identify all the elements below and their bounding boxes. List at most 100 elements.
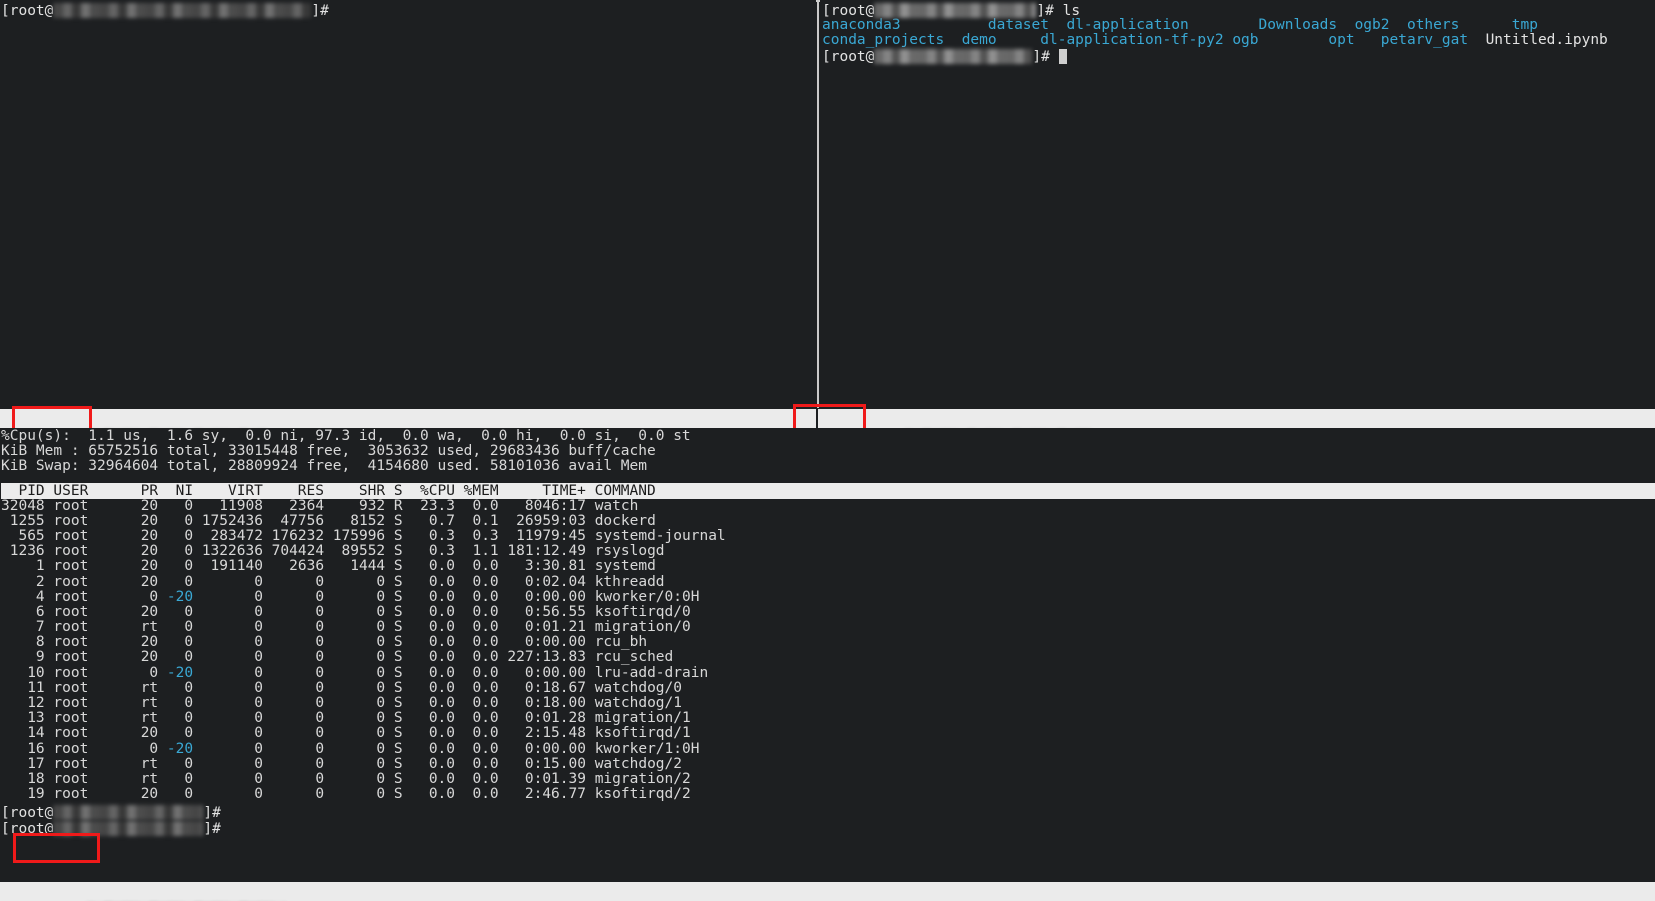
process-time: 26959:03 — [498, 512, 595, 529]
pane-vertical-divider[interactable] — [817, 0, 819, 408]
process-res: 0 — [262, 786, 325, 803]
process-virt: 0 — [193, 679, 263, 696]
process-cpu-percent: 0.0 — [402, 649, 456, 666]
process-nice: 0 — [166, 527, 194, 544]
pane-top-left[interactable]: [root@]# — [0, 0, 816, 408]
process-row: 4 root 0 -20 0 0 0 S 0.0 0.0 0:00.00 kwo… — [1, 588, 1655, 605]
prompt-suffix: ]# — [203, 805, 221, 822]
ls-entry-ogb2[interactable]: ogb2 — [1355, 17, 1390, 33]
ls-entry-dataset[interactable]: dataset — [988, 17, 1049, 33]
ls-entry-anaconda3[interactable]: anaconda3 — [822, 17, 901, 33]
ls-entry-Downloads[interactable]: Downloads — [1259, 17, 1338, 33]
process-pid: 12 — [1, 695, 54, 711]
process-command: kthreadd — [594, 573, 665, 590]
top-summary-block: %Cpu(s): 1.1 us, 1.6 sy, 0.0 ni, 97.3 id… — [1, 428, 1655, 475]
process-pid: 7 — [1, 619, 54, 636]
process-nice: 0 — [166, 634, 194, 651]
process-res: 47756 — [262, 512, 325, 529]
process-res: 0 — [262, 679, 325, 696]
process-state: S — [385, 619, 403, 636]
ls-entry-petarv_gat[interactable]: petarv_gat — [1381, 32, 1468, 48]
process-time: 0:01.21 — [498, 619, 595, 636]
process-row: 11 root rt 0 0 0 0 S 0.0 0.0 0:18.67 wat… — [1, 679, 1655, 696]
process-row: 6 root 20 0 0 0 0 S 0.0 0.0 0:56.55 ksof… — [1, 603, 1655, 620]
process-pid: 1236 — [1, 543, 54, 560]
redacted-hostname — [53, 805, 204, 821]
shell-prompt-block: [root@]# [root@]# — [1, 805, 1655, 836]
process-time: 0:00.00 — [498, 664, 595, 681]
process-command: ksoftirqd/0 — [594, 603, 691, 620]
process-shr: 932 — [324, 497, 386, 514]
process-res: 704424 — [262, 543, 325, 560]
process-shr: 0 — [324, 603, 386, 620]
process-shr: 0 — [324, 695, 386, 711]
process-mem-percent: 0.0 — [455, 603, 499, 620]
process-pid: 4 — [1, 588, 54, 605]
process-row: 17 root rt 0 0 0 0 S 0.0 0.0 0:15.00 wat… — [1, 755, 1655, 772]
process-virt: 0 — [193, 740, 263, 757]
process-user: root — [53, 664, 132, 681]
process-command: rcu_bh — [594, 634, 648, 651]
process-cpu-percent: 0.0 — [402, 770, 456, 787]
process-virt: 1322636 — [193, 543, 263, 560]
process-row: 8 root 20 0 0 0 0 S 0.0 0.0 0:00.00 rcu_… — [1, 635, 1655, 650]
pane-top-right[interactable]: [root@]# ls anaconda3 dataset dl-applica… — [820, 0, 1655, 408]
process-row: 1 root 20 0 191140 2636 1444 S 0.0 0.0 3… — [1, 559, 1655, 574]
process-row: 19 root 20 0 0 0 0 S 0.0 0.0 2:46.77 kso… — [1, 787, 1655, 802]
process-user: root — [53, 649, 132, 666]
shell-prompt-line: [root@]# — [1, 3, 816, 19]
process-nice: -20 — [166, 740, 194, 757]
ls-entry-opt[interactable]: opt — [1328, 32, 1354, 48]
process-virt: 0 — [193, 634, 263, 651]
ls-entry-dl-application-tf-py2[interactable]: dl-application-tf-py2 — [1040, 32, 1223, 48]
process-table-body: 32048 root 20 0 11908 2364 932 R 23.3 0.… — [1, 497, 1655, 803]
process-cpu-percent: 0.0 — [402, 755, 456, 772]
process-cpu-percent: 0.0 — [402, 664, 456, 681]
ls-entry-others[interactable]: others — [1407, 17, 1459, 33]
process-command: watchdog/2 — [594, 755, 683, 772]
process-nice: 0 — [166, 770, 194, 787]
ls-entry-dl-application[interactable]: dl-application — [1066, 17, 1188, 33]
process-user: root — [53, 725, 132, 742]
process-state: S — [385, 527, 403, 544]
process-time: 0:56.55 — [498, 603, 595, 620]
process-time: 0:01.28 — [498, 710, 595, 727]
process-virt: 283472 — [193, 527, 263, 544]
ls-entry-demo[interactable]: demo — [962, 32, 997, 48]
process-state: S — [385, 512, 403, 529]
ls-entry-Untitled-ipynb[interactable]: Untitled.ipynb — [1486, 32, 1608, 48]
prompt-suffix: ]# — [311, 3, 329, 19]
process-cpu-percent: 0.0 — [402, 695, 456, 711]
ls-output-row-2: conda_projects demo dl-application-tf-py… — [822, 33, 1655, 48]
process-shr: 0 — [324, 755, 386, 772]
process-mem-percent: 0.0 — [455, 755, 499, 772]
process-nice: 0 — [166, 679, 194, 696]
process-pid: 18 — [1, 770, 54, 787]
process-virt: 0 — [193, 619, 263, 636]
process-shr: 175996 — [324, 527, 386, 544]
process-priority: 20 — [131, 543, 167, 560]
process-time: 0:00.00 — [498, 588, 595, 605]
process-nice: 0 — [166, 619, 194, 636]
process-pid: 10 — [1, 664, 54, 681]
ls-entry-tmp[interactable]: tmp — [1512, 17, 1538, 33]
process-user: root — [53, 634, 132, 651]
ls-entry-conda_projects[interactable]: conda_projects — [822, 32, 944, 48]
process-cpu-percent: 23.3 — [402, 497, 456, 514]
ls-entry-ogb[interactable]: ogb — [1232, 32, 1258, 48]
pane-bottom-top-command[interactable]: %Cpu(s): 1.1 us, 1.6 sy, 0.0 ni, 97.3 id… — [0, 428, 1655, 882]
process-virt: 0 — [193, 603, 263, 620]
process-res: 0 — [262, 710, 325, 727]
process-row: 14 root 20 0 0 0 0 S 0.0 0.0 2:15.48 kso… — [1, 726, 1655, 741]
statusbar-pane-3[interactable]: 3root@ — [0, 409, 816, 428]
statusbar-pane-2[interactable]: 2root@ — [0, 882, 1655, 901]
process-user: root — [53, 619, 132, 636]
statusbar-pane-4[interactable]: 4root@ — [818, 409, 1655, 428]
process-user: root — [53, 695, 132, 711]
process-pid: 9 — [1, 649, 54, 666]
process-user: root — [53, 755, 132, 772]
process-pid: 32048 — [1, 497, 54, 514]
process-priority: 20 — [131, 527, 167, 544]
process-command: migration/2 — [594, 770, 691, 787]
process-state: S — [385, 740, 403, 757]
